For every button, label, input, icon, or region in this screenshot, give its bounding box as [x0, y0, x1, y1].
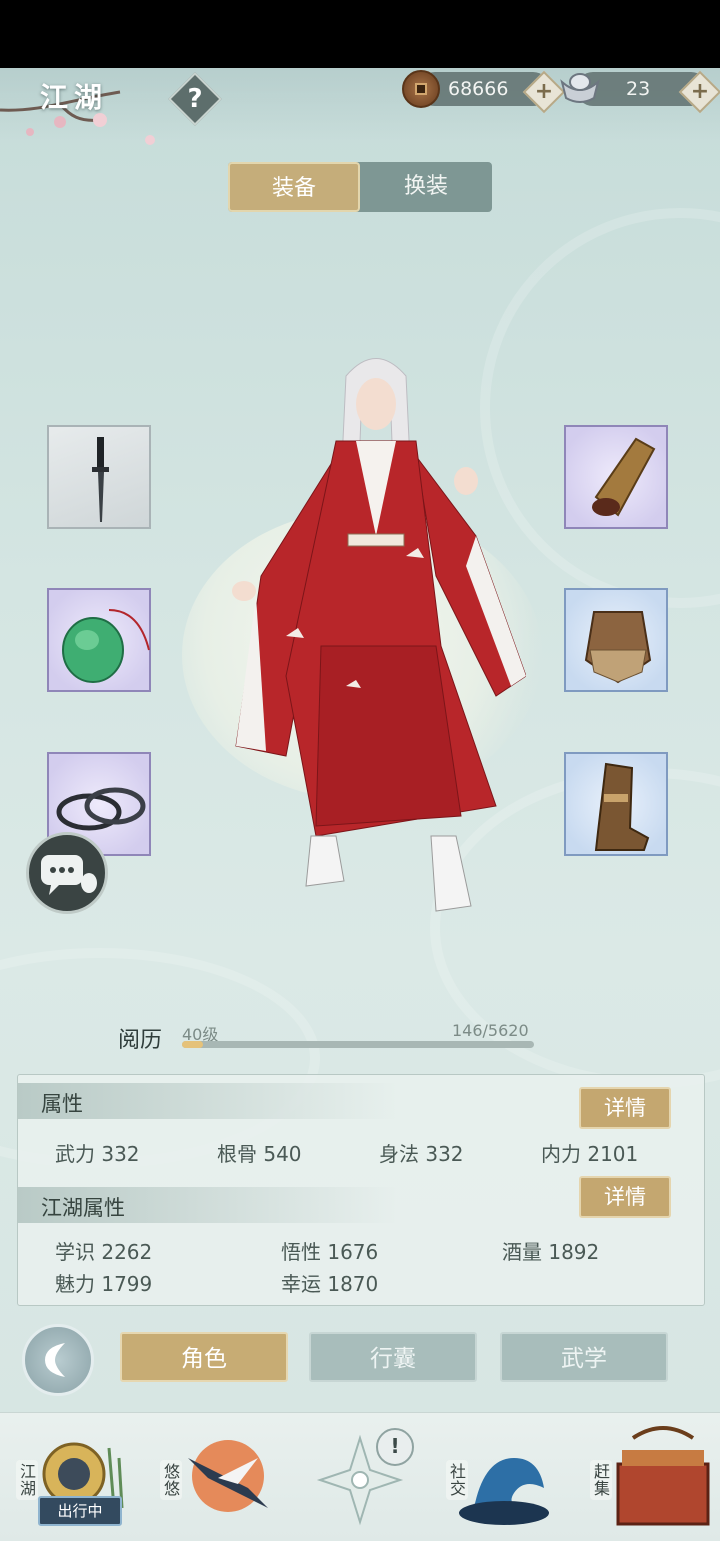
armor-icon [584, 611, 652, 684]
stat-item: 武力 332 [55, 1142, 140, 1166]
menu-character-button[interactable]: 角色 [120, 1332, 288, 1382]
tab-outfit[interactable]: 换装 [360, 162, 492, 212]
silver-ingot-icon [560, 73, 600, 103]
experience-bar-fill [182, 1041, 204, 1048]
stat-item: 魅力 1799 [55, 1272, 153, 1296]
stat-item: 身法 332 [379, 1142, 464, 1166]
nav-youyou-label: 悠悠 [160, 1460, 182, 1500]
nav-youyou[interactable]: 悠悠 [158, 1418, 288, 1536]
page-title: 江湖 [40, 81, 109, 114]
chat-button[interactable] [26, 832, 108, 914]
chat-bubble-icon [41, 855, 97, 895]
menu-bag-button[interactable]: 行囊 [309, 1332, 477, 1382]
view-tabs: 装备 换装 [228, 162, 492, 212]
equip-slot-boots[interactable] [564, 752, 668, 856]
nav-jianghu-label: 江湖 [16, 1460, 38, 1500]
attributes-header: 属性 [18, 1083, 398, 1119]
equip-slot-armor[interactable] [564, 588, 668, 692]
experience-label: 阅历 [118, 1028, 163, 1053]
jianghu-detail-button[interactable]: 详情 [579, 1176, 671, 1218]
silver-amount: 23 [626, 78, 651, 100]
copper-coin-icon [402, 70, 440, 108]
stat-item: 学识 2262 [55, 1240, 153, 1264]
system-status-bar [0, 0, 720, 68]
tab-equipment[interactable]: 装备 [228, 162, 360, 212]
travel-status-badge: 出行中 [38, 1496, 122, 1526]
nav-market[interactable]: 赶集 [588, 1418, 718, 1536]
jianghu-attributes-title: 江湖属性 [41, 1196, 125, 1220]
copper-amount: 68666 [448, 78, 509, 100]
experience-bar [182, 1041, 534, 1048]
jianghu-attributes-header: 江湖属性 [18, 1187, 398, 1223]
stat-item: 悟性 1676 [281, 1240, 379, 1264]
nav-social-label: 社交 [446, 1460, 468, 1500]
equip-slot-bracer[interactable] [564, 425, 668, 529]
stat-item: 内力 2101 [541, 1142, 639, 1166]
back-button[interactable] [22, 1324, 94, 1396]
nav-market-label: 赶集 [590, 1460, 612, 1500]
notification-alert-icon: ! [376, 1428, 414, 1466]
stats-panel: 属性 详情 武力 332 根骨 540 身法 332 内力 2101 江湖属性 … [17, 1074, 705, 1306]
character-portrait[interactable] [226, 346, 526, 922]
stat-item: 酒量 1892 [502, 1240, 600, 1264]
back-arrow-icon [45, 1343, 65, 1377]
menu-martial-button[interactable]: 武学 [500, 1332, 668, 1382]
bracer-icon [592, 437, 656, 517]
equip-slot-pendant[interactable] [47, 588, 151, 692]
equip-slot-weapon[interactable] [47, 425, 151, 529]
stat-item: 根骨 540 [217, 1142, 302, 1166]
stat-item: 幸运 1870 [281, 1272, 379, 1296]
attributes-detail-button[interactable]: 详情 [579, 1087, 671, 1129]
jade-pendant-icon [62, 609, 150, 683]
nav-social[interactable]: 社交 [444, 1418, 574, 1536]
help-icon: ? [187, 84, 203, 114]
dagger-icon [92, 437, 109, 522]
experience-progress-text: 146/5620 [452, 1021, 529, 1040]
boots-icon [594, 762, 650, 851]
attributes-title: 属性 [41, 1092, 83, 1116]
